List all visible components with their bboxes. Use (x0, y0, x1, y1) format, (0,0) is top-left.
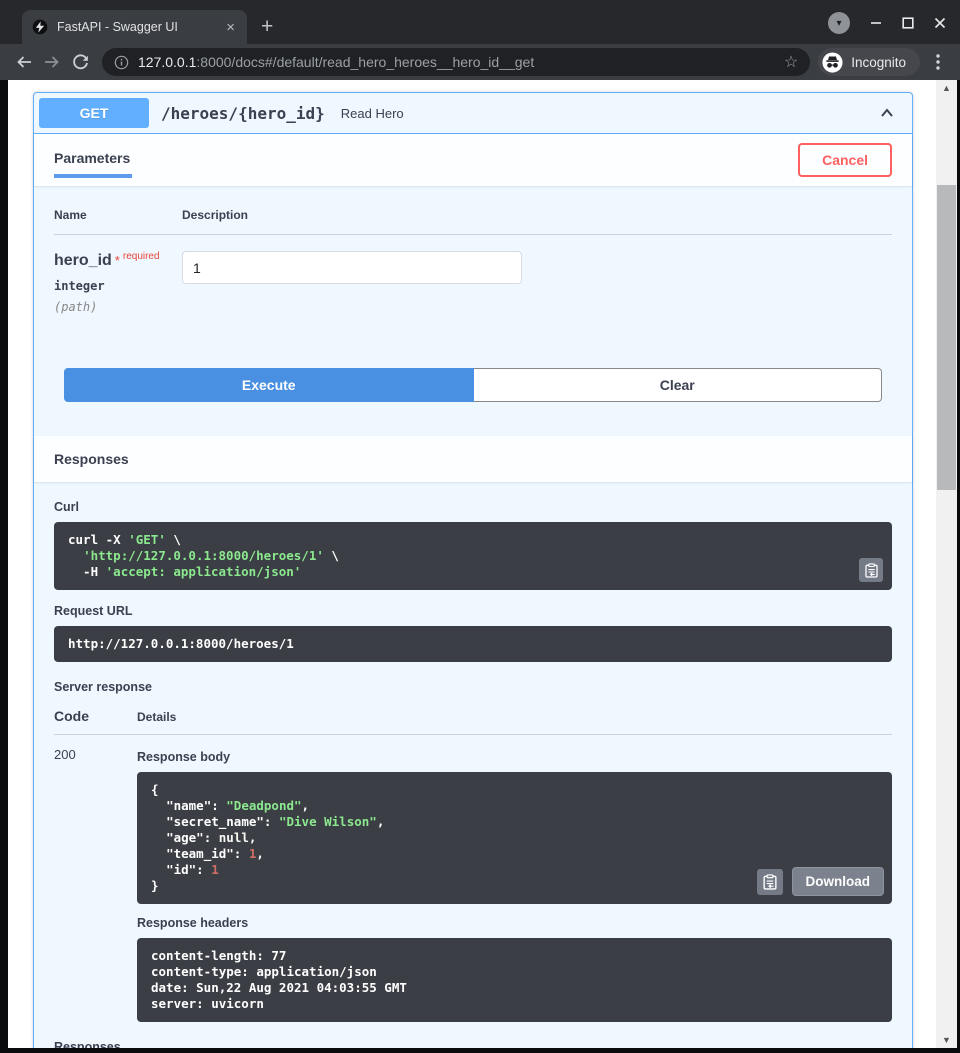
parameter-name: hero_id (54, 252, 112, 269)
url-text[interactable]: 127.0.0.1:8000/docs#/default/read_hero_h… (138, 54, 776, 70)
back-icon[interactable] (10, 48, 38, 76)
endpoint-path: /heroes/{hero_id} (161, 104, 325, 123)
browser-toolbar: 127.0.0.1:8000/docs#/default/read_hero_h… (0, 44, 960, 80)
parameter-type: integer (54, 279, 182, 293)
swagger-page: GET /heroes/{hero_id} Read Hero Paramete… (8, 80, 936, 1048)
url-path: :8000/docs#/default/read_hero_heroes__he… (196, 54, 534, 70)
execute-button[interactable]: Execute (64, 368, 474, 402)
response-body-block: Download { "name": "Deadpond", "secret_na… (137, 772, 892, 904)
bookmark-star-icon[interactable]: ☆ (784, 52, 798, 72)
required-label: required (123, 251, 160, 262)
code-line: curl -X 'GET' \ (68, 532, 878, 548)
incognito-icon (822, 52, 843, 73)
code-line: content-type: application/json (151, 964, 878, 980)
code-line: { (151, 782, 878, 798)
status-code: 200 (54, 747, 137, 1022)
request-url-value: http://127.0.0.1:8000/heroes/1 (68, 636, 294, 651)
code-line: 'http://127.0.0.1:8000/heroes/1' \ (68, 548, 878, 564)
parameters-table-header: Name Description (54, 208, 892, 235)
responses-title: Responses (54, 451, 129, 467)
column-description-label: Description (182, 208, 892, 222)
opblock-get-heroes: GET /heroes/{hero_id} Read Hero Paramete… (33, 92, 913, 1048)
copy-to-clipboard-icon[interactable] (859, 558, 883, 582)
scrollbar-thumb[interactable] (937, 185, 956, 490)
code-line: date: Sun,22 Aug 2021 04:03:55 GMT (151, 980, 878, 996)
parameter-row: hero_id*required integer (path) (54, 251, 892, 314)
cancel-button[interactable]: Cancel (798, 143, 892, 177)
browser-tab[interactable]: FastAPI - Swagger UI × (22, 10, 247, 44)
response-headers-label: Response headers (137, 916, 892, 930)
column-code-label: Code (54, 708, 137, 724)
documented-responses-label: Responses (54, 1040, 892, 1048)
response-headers-block: content-length: 77content-type: applicat… (137, 938, 892, 1022)
code-line: "team_id": 1, (151, 846, 878, 862)
column-details-label: Details (137, 710, 892, 724)
menu-kebab-icon[interactable] (926, 48, 950, 76)
curl-code-block: curl -X 'GET' \ 'http://127.0.0.1:8000/h… (54, 522, 892, 590)
maximize-icon[interactable] (902, 17, 914, 29)
page-scrollbar[interactable]: ▲ ▼ (936, 80, 957, 1048)
code-line: "age": null, (151, 830, 878, 846)
tab-strip: FastAPI - Swagger UI × + ▾ (0, 0, 960, 44)
response-body-actions: Download (757, 867, 885, 896)
curl-label: Curl (54, 500, 892, 514)
code-line: -H 'accept: application/json' (68, 564, 878, 580)
responses-body: Curl curl -X 'GET' \ 'http://127.0.0.1:8… (34, 482, 912, 1048)
window-body: GET /heroes/{hero_id} Read Hero Paramete… (0, 80, 960, 1053)
parameter-name-cell: hero_id*required integer (path) (54, 251, 182, 314)
url-bar[interactable]: 127.0.0.1:8000/docs#/default/read_hero_h… (102, 48, 810, 76)
response-details-cell: Response body Download { "name": "Deadpon… (137, 747, 892, 1022)
parameter-description-cell (182, 251, 892, 314)
tab-close-icon[interactable]: × (222, 18, 239, 37)
http-method-badge: GET (39, 98, 149, 128)
opblock-summary[interactable]: GET /heroes/{hero_id} Read Hero (34, 93, 912, 134)
code-line: "name": "Deadpond", (151, 798, 878, 814)
url-host: 127.0.0.1 (138, 54, 196, 70)
responses-header: Responses (34, 436, 912, 482)
incognito-badge: Incognito (818, 48, 920, 76)
request-url-label: Request URL (54, 604, 892, 618)
minimize-icon[interactable] (870, 17, 882, 29)
incognito-label: Incognito (851, 55, 906, 70)
server-response-label: Server response (54, 680, 892, 694)
clear-button[interactable]: Clear (474, 368, 883, 402)
server-response-table-header: Code Details (54, 708, 892, 735)
window-controls: ▾ (828, 12, 946, 34)
hero-id-input[interactable] (182, 251, 522, 284)
site-info-icon[interactable] (114, 55, 129, 70)
scroll-down-icon[interactable]: ▼ (936, 1035, 957, 1045)
server-response-row: 200 Response body Download { "name": "Dea… (54, 735, 892, 1022)
parameter-location: (path) (54, 300, 182, 314)
code-line: "secret_name": "Dive Wilson", (151, 814, 878, 830)
column-name-label: Name (54, 208, 182, 222)
favicon-fastapi-icon (32, 19, 48, 35)
copy-response-icon[interactable] (757, 869, 783, 895)
forward-icon[interactable] (38, 48, 66, 76)
close-window-icon[interactable] (934, 17, 946, 29)
response-body-label: Response body (137, 750, 892, 764)
new-tab-button[interactable]: + (261, 18, 273, 36)
collapse-chevron-icon[interactable] (877, 103, 897, 123)
download-button[interactable]: Download (792, 867, 885, 896)
request-url-block: http://127.0.0.1:8000/heroes/1 (54, 626, 892, 662)
scroll-up-icon[interactable]: ▲ (936, 83, 957, 93)
execute-row: Execute Clear (34, 368, 912, 422)
tab-title: FastAPI - Swagger UI (57, 20, 222, 34)
code-line: content-length: 77 (151, 948, 878, 964)
code-line: server: uvicorn (151, 996, 878, 1012)
parameters-table: Name Description hero_id*required intege… (34, 186, 912, 368)
reload-icon[interactable] (66, 48, 94, 76)
window-menu-button[interactable]: ▾ (828, 12, 850, 34)
required-star: * (115, 253, 120, 268)
tab-parameters[interactable]: Parameters (54, 142, 132, 178)
endpoint-summary: Read Hero (341, 106, 877, 121)
parameters-header: Parameters Cancel (34, 134, 912, 186)
